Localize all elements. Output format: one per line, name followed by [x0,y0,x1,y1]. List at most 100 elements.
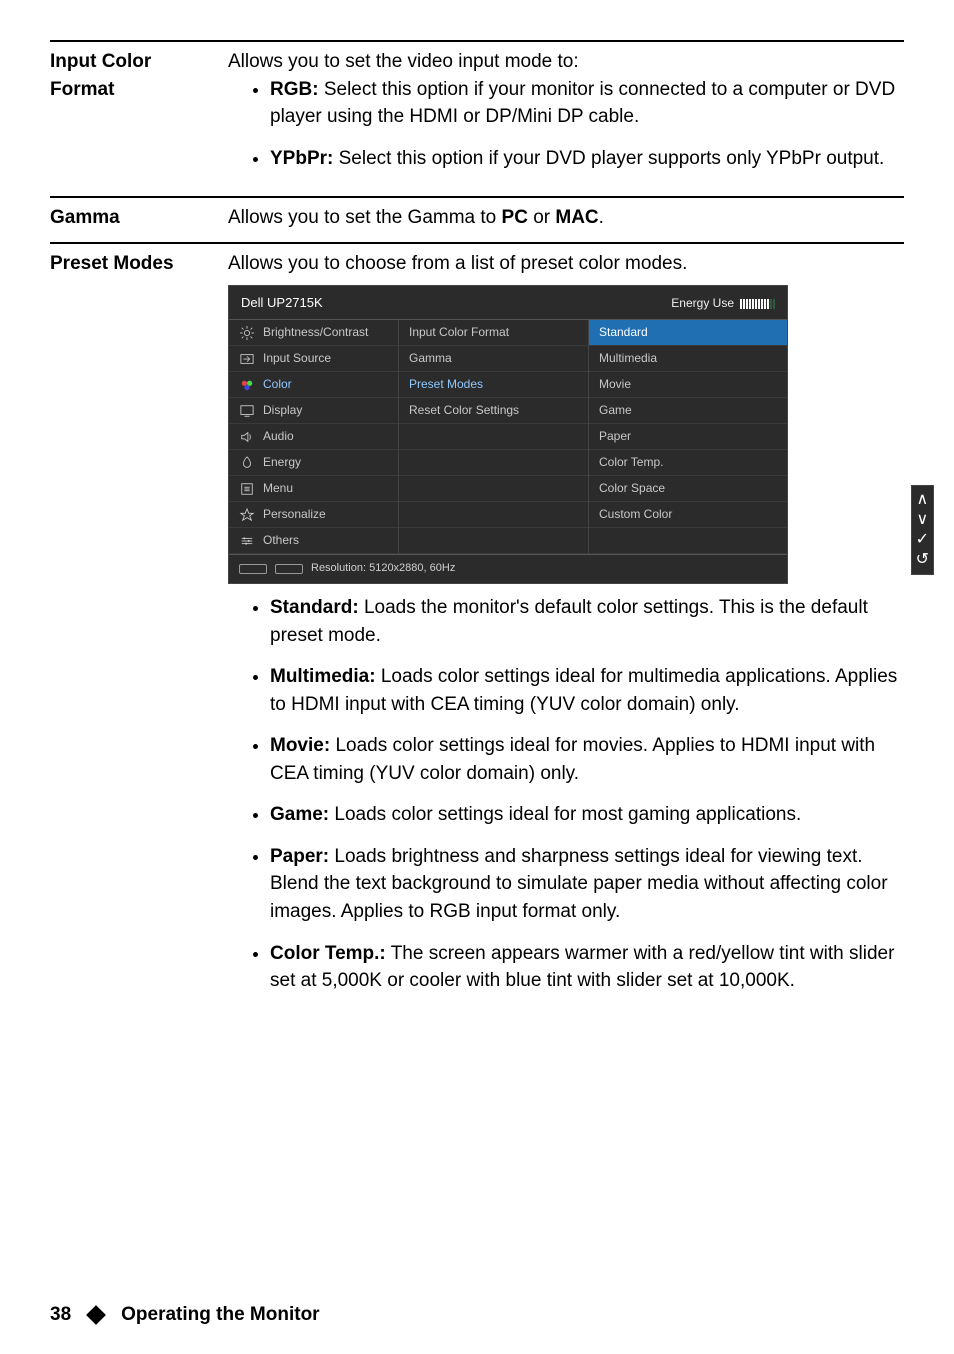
osd-nav-ok-icon[interactable]: ✓ [916,532,929,548]
lead-input-color-format: Allows you to set the video input mode t… [228,48,904,76]
label-standard: Standard: [270,597,359,618]
osd-value-item[interactable]: Color Space [589,476,787,502]
list-item: Game: Loads color settings ideal for mos… [270,801,904,829]
osd-energy: Energy Use [671,295,775,312]
input-icon [239,352,255,366]
osd-panel: Dell UP2715K Energy Use Brightness/Contr… [228,285,788,584]
list-item: Movie: Loads color settings ideal for mo… [270,732,904,787]
section-title: Operating the Monitor [121,1304,319,1326]
others-icon [239,534,255,548]
osd-side-controls: ∧ ∨ ✓ ↺ [911,485,934,575]
osd-resolution: Resolution: 5120x2880, 60Hz [311,561,455,577]
text-game: Loads color settings ideal for most gami… [329,804,801,825]
osd-menu-item[interactable]: Display [229,398,398,424]
energy-bars-icon [740,299,775,309]
osd-header: Dell UP2715K Energy Use [229,286,787,320]
list-item: YPbPr: Select this option if your DVD pl… [270,145,904,173]
osd-menu-label: Input Source [263,350,331,367]
osd-footer: Resolution: 5120x2880, 60Hz [229,554,787,583]
osd-submenu-item[interactable]: Input Color Format [399,320,588,346]
osd-menu-item[interactable]: Audio [229,424,398,450]
osd-submenu-label: Input Color Format [409,324,509,341]
osd-value-item[interactable]: Paper [589,424,787,450]
osd-value-label: Paper [599,428,631,445]
osd-value-item[interactable]: Custom Color [589,502,787,528]
osd-submenu-item[interactable]: Gamma [399,346,588,372]
label-rgb: RGB: [270,79,319,100]
osd-value-item[interactable]: Multimedia [589,346,787,372]
osd-menu-label: Audio [263,428,294,445]
osd-nav-back-icon[interactable]: ↺ [916,552,929,568]
osd-body: Brightness/Contrast Input Source Color Disp… [229,320,787,554]
osd-blank-row [399,502,588,528]
term-line1: Input Color [50,51,151,72]
osd-nav-down-icon[interactable]: ∨ [916,512,929,528]
desc-preset-modes: Allows you to choose from a list of pres… [228,243,904,1019]
osd-value-label: Movie [599,376,631,393]
label-colortemp: Color Temp.: [270,943,386,964]
port-icon [275,564,303,574]
osd-value-item[interactable]: Color Temp. [589,450,787,476]
list-preset-modes: Standard: Loads the monitor's default co… [228,594,904,995]
page-number: 38 [50,1304,71,1326]
osd-value-item[interactable]: Standard [589,320,787,346]
list-item: Standard: Loads the monitor's default co… [270,594,904,649]
osd-blank-row [399,528,588,554]
osd-value-label: Color Space [599,480,665,497]
list-item: Color Temp.: The screen appears warmer w… [270,940,904,995]
osd-value-item[interactable]: Movie [589,372,787,398]
osd-blank-row [399,424,588,450]
osd-submenu-item[interactable]: Preset Modes [399,372,588,398]
osd-menu-item[interactable]: Energy [229,450,398,476]
osd-menu-item[interactable]: Brightness/Contrast [229,320,398,346]
text-standard: Loads the monitor's default color settin… [270,597,868,646]
page-footer: 38 Operating the Monitor [50,1304,320,1326]
osd-submenu-item[interactable]: Reset Color Settings [399,398,588,424]
osd-blank-row [589,528,787,554]
osd-menu-item[interactable]: Color [229,372,398,398]
list-item: RGB: Select this option if your monitor … [270,76,904,131]
osd-blank-row [399,476,588,502]
osd-value-label: Color Temp. [599,454,663,471]
osd-menu-item[interactable]: Others [229,528,398,554]
term-gamma: Gamma [50,197,228,243]
text-movie: Loads color settings ideal for movies. A… [270,735,875,784]
list-input-color-format: RGB: Select this option if your monitor … [228,76,904,173]
text-rgb: Select this option if your monitor is co… [270,79,895,128]
osd-menu-item[interactable]: Input Source [229,346,398,372]
definition-table: Input Color Format Allows you to set the… [50,40,904,1019]
osd-menu-item[interactable]: Personalize [229,502,398,528]
text-ypbpr: Select this option if your DVD player su… [333,148,884,169]
list-item: Multimedia: Loads color settings ideal f… [270,663,904,718]
osd-screenshot: Dell UP2715K Energy Use Brightness/Contr… [228,285,904,584]
color-icon [239,378,255,392]
display-icon [239,404,255,418]
term-input-color-format: Input Color Format [50,41,228,197]
osd-energy-label: Energy Use [671,295,734,312]
text-paper: Loads brightness and sharpness settings … [270,846,888,922]
osd-values: Standard Multimedia Movie Game Paper Color Te… [589,320,787,554]
desc-gamma: Allows you to set the Gamma to PC or MAC… [228,197,904,243]
gamma-post: . [599,207,604,228]
energy-icon [239,456,255,470]
osd-submenu: Input Color Format GammaPreset Modes Reset… [399,320,589,554]
osd-value-item[interactable]: Game [589,398,787,424]
label-game: Game: [270,804,329,825]
osd-nav-up-icon[interactable]: ∧ [916,492,929,508]
osd-main-menu: Brightness/Contrast Input Source Color Disp… [229,320,399,554]
lead-preset-modes: Allows you to choose from a list of pres… [228,250,904,278]
osd-menu-item[interactable]: Menu [229,476,398,502]
osd-value-label: Custom Color [599,506,672,523]
osd-menu-label: Energy [263,454,301,471]
osd-menu-label: Display [263,402,302,419]
osd-menu-label: Color [263,376,292,393]
desc-input-color-format: Allows you to set the video input mode t… [228,41,904,197]
list-item: Paper: Loads brightness and sharpness se… [270,843,904,926]
diamond-icon [86,1305,106,1325]
osd-value-label: Standard [599,324,648,341]
osd-submenu-label: Reset Color Settings [409,402,519,419]
label-multimedia: Multimedia: [270,666,376,687]
label-movie: Movie: [270,735,330,756]
osd-menu-label: Menu [263,480,293,497]
audio-icon [239,430,255,444]
